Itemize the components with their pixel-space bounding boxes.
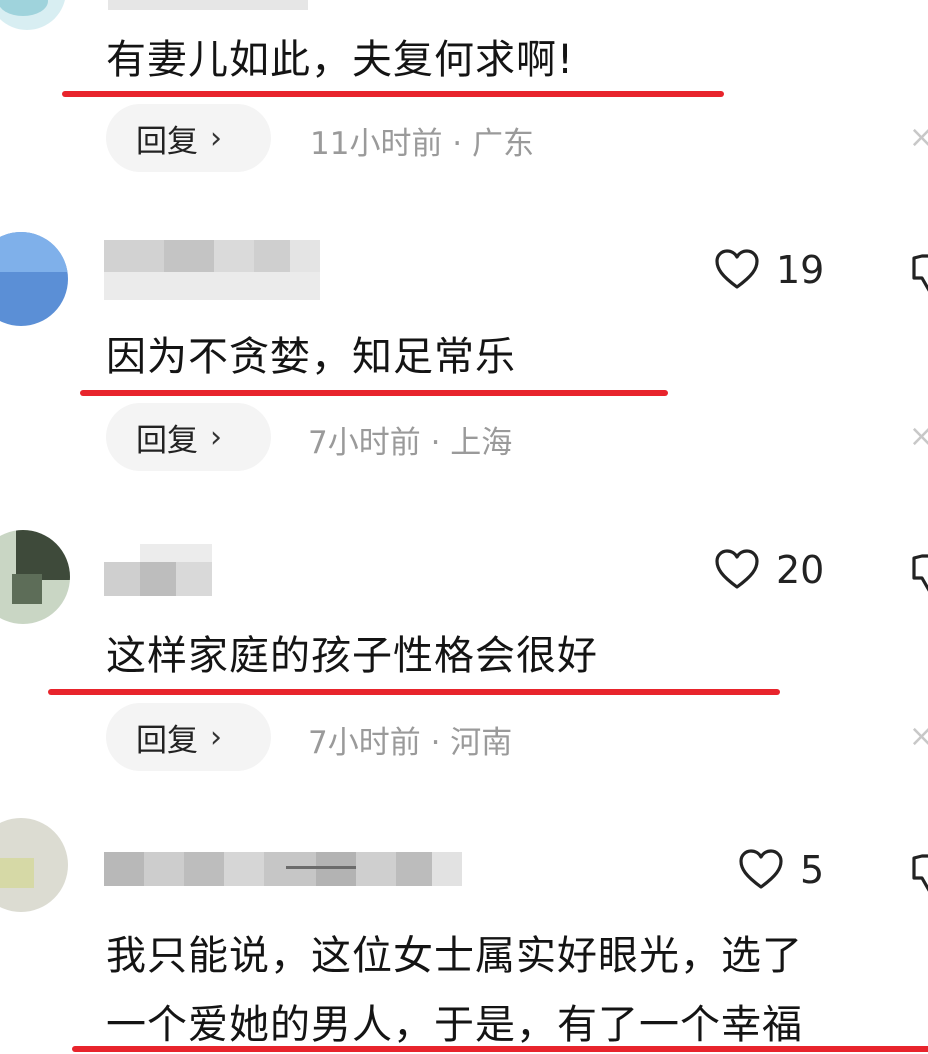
highlight-underline: [72, 1046, 928, 1052]
comment-meta: 7小时前 · 上海: [308, 425, 513, 461]
dislike-button[interactable]: [910, 552, 928, 600]
heart-icon: [715, 549, 759, 589]
avatar[interactable]: [0, 232, 68, 326]
highlight-underline: [80, 390, 668, 396]
comment-text: 因为不贪婪，知足常乐: [106, 334, 516, 380]
highlight-underline: [62, 91, 724, 97]
username-blurred: [108, 0, 308, 10]
thumbs-down-icon: [912, 854, 928, 892]
like-button[interactable]: 5: [738, 848, 824, 892]
dislike-button[interactable]: [910, 252, 928, 300]
like-count: 20: [776, 548, 825, 592]
reply-button[interactable]: 回复 ›: [106, 703, 271, 771]
like-count: 19: [776, 248, 825, 292]
like-button[interactable]: 20: [714, 548, 824, 592]
like-button[interactable]: 19: [714, 248, 824, 292]
like-count: 5: [800, 848, 825, 892]
heart-icon: [715, 249, 759, 289]
dislike-button[interactable]: [910, 852, 928, 900]
thumbs-down-icon: [912, 554, 928, 592]
comment-text-line1: 我只能说，这位女士属实好眼光，选了: [106, 933, 803, 979]
reply-button[interactable]: 回复 ›: [106, 403, 271, 471]
close-icon[interactable]: ×: [909, 120, 928, 155]
reply-label: 回复: [136, 722, 198, 759]
heart-icon: [739, 849, 783, 889]
thumbs-down-icon: [912, 254, 928, 292]
comment-text: 这样家庭的孩子性格会很好: [106, 633, 598, 679]
reply-button[interactable]: 回复 ›: [106, 104, 271, 172]
comment-meta: 11小时前 · 广东: [310, 126, 535, 162]
avatar[interactable]: [0, 530, 70, 624]
avatar[interactable]: [0, 818, 68, 912]
reply-label: 回复: [136, 123, 198, 160]
chevron-right-icon: ›: [210, 419, 222, 455]
comment-text-line2: 一个爱她的男人，于是，有了一个幸福: [106, 1002, 803, 1048]
close-icon[interactable]: ×: [909, 419, 928, 454]
highlight-underline: [48, 689, 780, 695]
chevron-right-icon: ›: [210, 120, 222, 156]
chevron-right-icon: ›: [210, 719, 222, 755]
avatar[interactable]: [0, 0, 66, 30]
comment-meta: 7小时前 · 河南: [308, 725, 513, 761]
reply-label: 回复: [136, 422, 198, 459]
comment-text: 有妻儿如此，夫复何求啊!: [106, 37, 575, 83]
close-icon[interactable]: ×: [909, 719, 928, 754]
